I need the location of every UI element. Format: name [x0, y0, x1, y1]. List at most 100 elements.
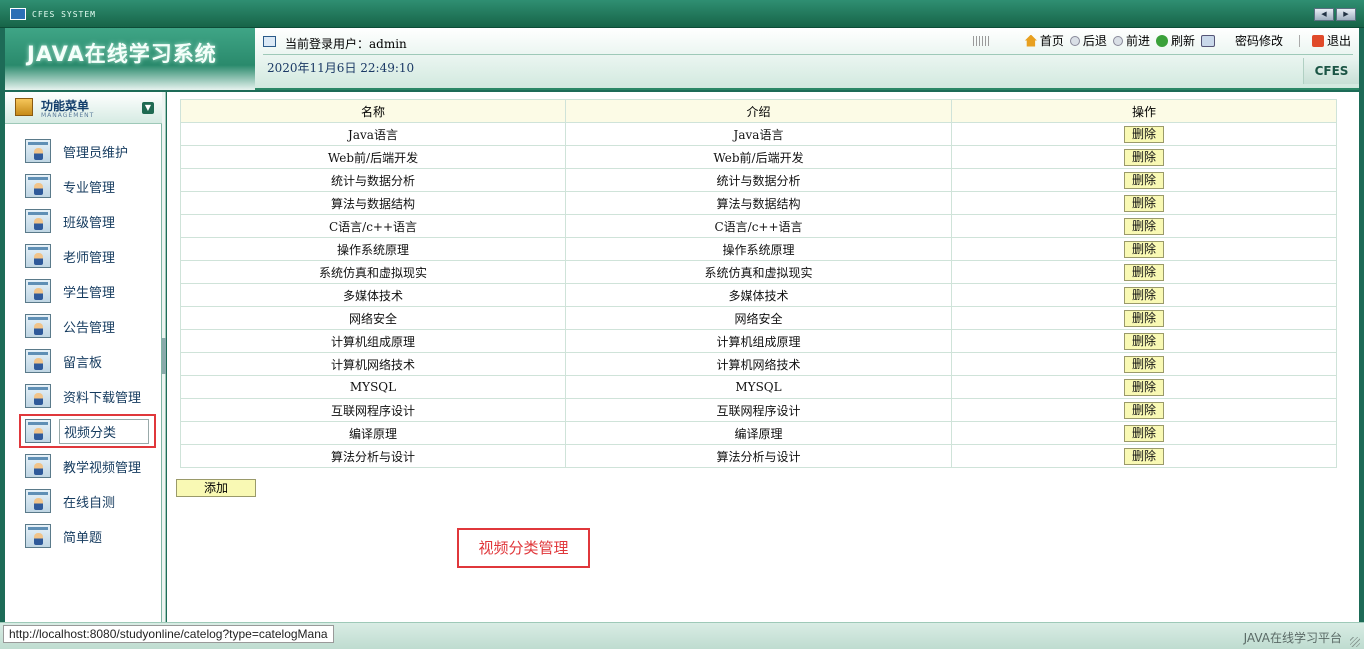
category-name-cell: 算法与数据结构 [180, 191, 566, 215]
action-cell: 删除 [951, 375, 1337, 399]
sidebar-item-notice[interactable]: 公告管理 [25, 312, 155, 340]
sidebar-item-admin[interactable]: 管理员维护 [25, 137, 155, 165]
action-cell: 删除 [951, 168, 1337, 192]
forward-label: 前进 [1125, 34, 1150, 48]
sidebar-item-teaching-video[interactable]: 教学视频管理 [25, 452, 155, 480]
category-name-cell: MYSQL [180, 375, 566, 399]
category-intro-cell: 统计与数据分析 [565, 168, 952, 192]
sidebar-item-label: 管理员维护 [63, 145, 129, 161]
category-intro-cell: Java语言 [565, 122, 952, 146]
delete-button[interactable]: 删除 [1124, 355, 1164, 373]
delete-button[interactable]: 删除 [1124, 240, 1164, 258]
current-datetime: 2020年11月6日 22:49:10 [267, 61, 415, 75]
user-window-icon [25, 489, 51, 513]
delete-button[interactable]: 删除 [1124, 401, 1164, 419]
sidebar-splitter[interactable] [162, 92, 166, 622]
refresh-link[interactable]: 刷新 [1155, 32, 1195, 49]
sidebar-item-label: 班级管理 [63, 215, 116, 231]
category-name-cell: C语言/c++语言 [180, 214, 566, 238]
refresh-icon [1155, 34, 1168, 47]
category-name-cell: 统计与数据分析 [180, 168, 566, 192]
password-link[interactable]: 密码修改 [1200, 32, 1283, 49]
sidebar-item-short-answer[interactable]: 简单题 [25, 522, 155, 550]
collapse-icon[interactable]: ▼ [142, 102, 154, 114]
scroll-right-button[interactable]: ▶ [1336, 8, 1356, 21]
sidebar-item-video-category[interactable]: 视频分类 [25, 417, 155, 445]
user-window-icon [25, 419, 51, 443]
delete-button[interactable]: 删除 [1124, 309, 1164, 327]
category-name-cell: Web前/后端开发 [180, 145, 566, 169]
sidebar-item-class[interactable]: 班级管理 [25, 207, 155, 235]
back-arrow-icon [1069, 35, 1080, 46]
sidebar-item-label: 教学视频管理 [63, 460, 142, 476]
delete-button[interactable]: 删除 [1124, 263, 1164, 281]
sidebar-item-label: 资料下载管理 [63, 390, 142, 406]
scroll-left-button[interactable]: ◀ [1314, 8, 1334, 21]
column-header-intro: 介绍 [565, 99, 952, 123]
delete-button[interactable]: 删除 [1124, 286, 1164, 304]
sidebar: 功能菜单 MANAGEMENT ▼ 管理员维护 专业管理 班级管理 老师管理 学… [5, 92, 162, 622]
sidebar-item-message-board[interactable]: 留言板 [25, 347, 155, 375]
sidebar-item-major[interactable]: 专业管理 [25, 172, 155, 200]
delete-button[interactable]: 删除 [1124, 378, 1164, 396]
resize-grip[interactable] [1350, 637, 1360, 647]
forward-link[interactable]: 前进 [1112, 32, 1150, 49]
table-row: 编译原理 编译原理 删除 [180, 421, 1337, 445]
logout-icon [1311, 34, 1324, 47]
add-button[interactable]: 添加 [176, 479, 256, 497]
category-intro-cell: Web前/后端开发 [565, 145, 952, 169]
home-link[interactable]: 首页 [1024, 32, 1064, 49]
top-nav: 首页 后退 前进 刷新 密码修改 退出 [972, 32, 1351, 49]
category-name-cell: 互联网程序设计 [180, 398, 566, 422]
app-logo: JAVA在线学习系统 [27, 42, 217, 66]
sidebar-item-teacher[interactable]: 老师管理 [25, 242, 155, 270]
system-name: CFES SYSTEM [32, 10, 96, 19]
logout-link[interactable]: 退出 [1311, 32, 1351, 49]
category-name-cell: 计算机组成原理 [180, 329, 566, 353]
category-name-cell: 网络安全 [180, 306, 566, 330]
menu-box-icon [15, 98, 33, 116]
back-link[interactable]: 后退 [1069, 32, 1107, 49]
action-cell: 删除 [951, 352, 1337, 376]
home-icon [1024, 34, 1037, 47]
delete-button[interactable]: 删除 [1124, 171, 1164, 189]
page-caption: 视频分类管理 [457, 528, 590, 568]
table-row: 计算机组成原理 计算机组成原理 删除 [180, 329, 1337, 353]
category-name-cell: 系统仿真和虚拟现实 [180, 260, 566, 284]
delete-button[interactable]: 删除 [1124, 194, 1164, 212]
table-row: MYSQL MYSQL 删除 [180, 375, 1337, 399]
category-name-cell: 编译原理 [180, 421, 566, 445]
edit-icon [1200, 34, 1215, 47]
category-intro-cell: 网络安全 [565, 306, 952, 330]
delete-button[interactable]: 删除 [1124, 424, 1164, 442]
action-cell: 删除 [951, 421, 1337, 445]
delete-button[interactable]: 删除 [1124, 447, 1164, 465]
table-row: 计算机网络技术 计算机网络技术 删除 [180, 352, 1337, 376]
action-cell: 删除 [951, 444, 1337, 468]
category-name-cell: Java语言 [180, 122, 566, 146]
delete-button[interactable]: 删除 [1124, 217, 1164, 235]
table-header-row: 名称 介绍 操作 [180, 99, 1337, 123]
table-row: 系统仿真和虚拟现实 系统仿真和虚拟现实 删除 [180, 260, 1337, 284]
splitter-handle[interactable] [162, 338, 166, 374]
forward-arrow-icon [1112, 35, 1123, 46]
category-intro-cell: 计算机网络技术 [565, 352, 952, 376]
logo-area: JAVA在线学习系统 [5, 28, 255, 90]
window-icon [263, 36, 276, 47]
delete-button[interactable]: 删除 [1124, 332, 1164, 350]
sidebar-item-self-test[interactable]: 在线自测 [25, 487, 155, 515]
sidebar-item-label: 公告管理 [63, 320, 116, 336]
action-cell: 删除 [951, 191, 1337, 215]
user-window-icon [25, 244, 51, 268]
user-window-icon [25, 209, 51, 233]
refresh-label: 刷新 [1170, 34, 1195, 48]
action-cell: 删除 [951, 283, 1337, 307]
table-row: 多媒体技术 多媒体技术 删除 [180, 283, 1337, 307]
category-name-cell: 计算机网络技术 [180, 352, 566, 376]
table-row: 操作系统原理 操作系统原理 删除 [180, 237, 1337, 261]
user-window-icon [25, 454, 51, 478]
delete-button[interactable]: 删除 [1124, 125, 1164, 143]
sidebar-item-downloads[interactable]: 资料下载管理 [25, 382, 155, 410]
delete-button[interactable]: 删除 [1124, 148, 1164, 166]
sidebar-item-student[interactable]: 学生管理 [25, 277, 155, 305]
